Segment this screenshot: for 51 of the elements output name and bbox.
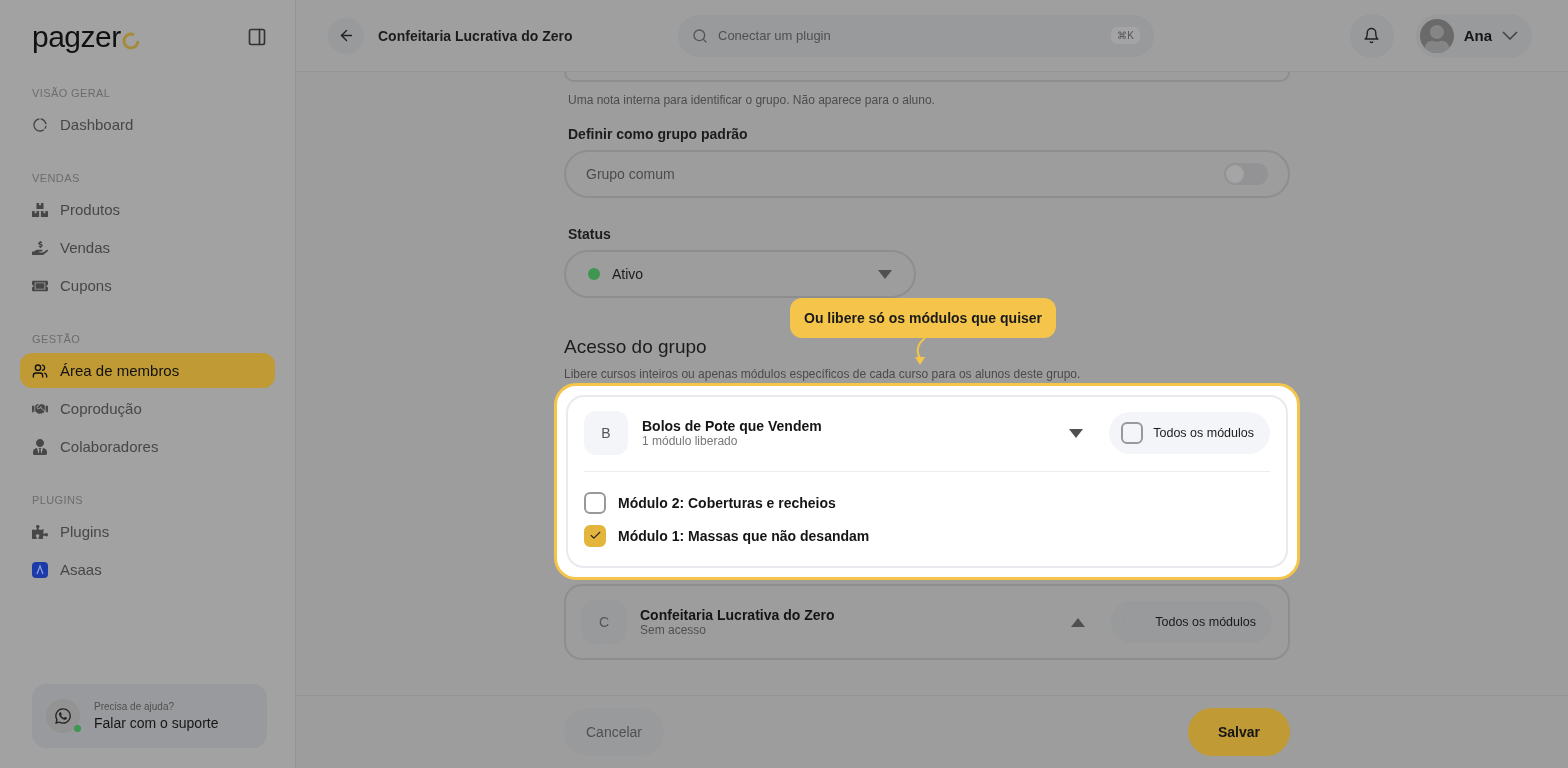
- search-icon: [692, 27, 708, 44]
- tooltip: Ou libere só os módulos que quiser: [790, 298, 1057, 338]
- app-logo-icon: [32, 561, 48, 578]
- course-initial: C: [582, 600, 626, 644]
- course-subtitle: 1 módulo liberado: [642, 434, 739, 448]
- users-icon: [32, 362, 48, 379]
- logo: pagzer: [32, 22, 140, 52]
- ring-icon: [121, 32, 140, 50]
- status-dot: [588, 268, 600, 280]
- user-menu[interactable]: Ana: [1415, 13, 1532, 58]
- course-title: Confeitaria Lucrativa do Zero: [640, 607, 836, 623]
- save-button[interactable]: Salvar: [1187, 708, 1290, 756]
- module-checkbox[interactable]: Módulo 1: Massas que não desandam: [584, 519, 1270, 552]
- all-modules-checkbox[interactable]: Todos os módulos: [1109, 412, 1270, 454]
- module-checkbox[interactable]: Módulo 2: Coberturas e recheios: [584, 486, 1270, 519]
- nav-item[interactable]: Asaas: [20, 552, 275, 587]
- nav-item[interactable]: Área de membros: [20, 353, 275, 388]
- chevron-icon: [1502, 31, 1518, 40]
- bell-icon: [1363, 27, 1381, 44]
- whatsapp-icon: [46, 699, 80, 733]
- nav-item[interactable]: Coprodução: [20, 391, 275, 426]
- boxes-icon: [32, 201, 48, 218]
- sidebar-toggle-icon[interactable]: [247, 27, 267, 47]
- all-modules-checkbox[interactable]: Todos os módulos: [1111, 601, 1272, 643]
- donut-chart-icon: [32, 116, 48, 133]
- nav-item[interactable]: Cupons: [20, 268, 275, 303]
- field-label: Definir como grupo padrão: [568, 126, 749, 142]
- page-title: Confeitaria Lucrativa do Zero: [378, 27, 574, 44]
- pointer-arrow: [913, 338, 927, 365]
- avatar: [1419, 18, 1454, 53]
- field-text: Grupo comum: [586, 166, 675, 182]
- help-caption: Precisa de ajuda?: [94, 701, 176, 712]
- nav-item[interactable]: Plugins: [20, 514, 275, 549]
- person-icon: [32, 438, 48, 455]
- section-description: Libere cursos inteiros ou apenas módulos específicos de cada curso para os alunos deste grupo.: [564, 367, 1082, 381]
- support-link[interactable]: Falar com o suporte: [94, 715, 219, 731]
- puzzle-icon: [32, 523, 48, 540]
- check-icon: [588, 529, 602, 542]
- field-hint: Uma nota interna para identificar o grupo. Não aparece para o aluno.: [568, 93, 936, 107]
- nav-item[interactable]: Dashboard: [20, 107, 275, 142]
- nav-item[interactable]: Vendas: [20, 230, 275, 265]
- caret-icon[interactable]: [1069, 428, 1084, 438]
- course-title: Bolos de Pote que Vendem: [642, 418, 823, 434]
- field-label: Status: [568, 226, 612, 242]
- section-heading: Acesso do grupo: [564, 336, 707, 358]
- course-initial: B: [584, 411, 628, 455]
- nav-item[interactable]: Colaboradores: [20, 429, 275, 464]
- course-subtitle: Sem acesso: [640, 623, 708, 637]
- back-button[interactable]: [328, 17, 364, 54]
- nav-item[interactable]: Produtos: [20, 192, 275, 227]
- hand-coin-icon: [32, 239, 48, 256]
